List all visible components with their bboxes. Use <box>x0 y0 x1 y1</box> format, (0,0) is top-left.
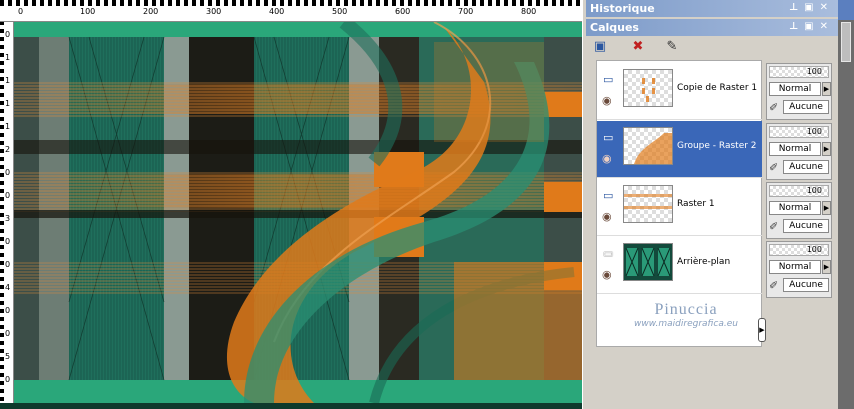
layer-thumbnail <box>623 243 673 281</box>
mask-select[interactable]: Aucune <box>783 219 829 233</box>
blend-mode-select[interactable]: Normal <box>769 260 821 274</box>
image-canvas-area[interactable]: 0 100 200 300 400 500 600 700 800 011112… <box>0 0 582 409</box>
layer-row-selected[interactable]: ▭ ◉ Groupe - Raster 2 <box>597 121 762 178</box>
layer-properties: 100 Normal ▶ ✐ Aucune <box>766 182 832 239</box>
raster-layer-icon: ▭ <box>603 189 614 202</box>
calques-title: Calques <box>590 21 639 34</box>
blend-mode-select[interactable]: Normal <box>769 82 821 96</box>
historique-title: Historique <box>590 2 655 15</box>
mask-select[interactable]: Aucune <box>783 278 829 292</box>
ruler-label: 1 <box>5 53 11 62</box>
selection-marquee-left <box>0 22 4 409</box>
opacity-slider[interactable]: 100 <box>769 126 829 138</box>
ruler-label: 1 <box>5 99 11 108</box>
blend-mode-select[interactable]: Normal <box>769 201 821 215</box>
layer-name: Groupe - Raster 2 <box>677 141 757 151</box>
blend-mode-select[interactable]: Normal <box>769 142 821 156</box>
raster-layer-icon: ▭ <box>603 73 614 86</box>
layer-thumbnail <box>623 185 673 223</box>
brush-icon: ✐ <box>769 220 779 233</box>
watermark: Pinuccia www.maidiregrafica.eu <box>606 301 766 329</box>
chevron-right-icon[interactable]: ▶ <box>822 201 831 215</box>
ruler-label: 0 <box>5 306 11 315</box>
visibility-eye-icon[interactable]: ◉ <box>602 94 612 107</box>
opacity-slider[interactable]: 100 <box>769 185 829 197</box>
horizontal-ruler: 0 100 200 300 400 500 600 700 800 <box>0 0 582 22</box>
layer-thumbnail <box>623 69 673 107</box>
ruler-label: 0 <box>5 375 11 384</box>
ruler-label: 0 <box>5 168 11 177</box>
background-layer-icon: ▭ <box>603 247 614 260</box>
layer-properties: 100 Normal ▶ ✐ Aucune <box>766 123 832 180</box>
visibility-eye-icon[interactable]: ◉ <box>602 152 612 165</box>
psp-window: 0 100 200 300 400 500 600 700 800 011112… <box>0 0 854 409</box>
layer-properties: 100 Normal ▶ ✐ Aucune <box>766 241 832 298</box>
group-layer-icon: ▭ <box>603 131 614 144</box>
ruler-label: 300 <box>206 7 222 16</box>
new-raster-layer-icon[interactable]: ▣ <box>590 38 610 56</box>
ruler-label: 1 <box>5 122 11 131</box>
ruler-label: 200 <box>143 7 159 16</box>
calques-panel: ▣ ✖ ✎ ▭ ◉ Copie de Raster 1 ▭ ◉ Groupe -… <box>586 37 838 409</box>
ruler-label: 0 <box>5 329 11 338</box>
layers-toolbar: ▣ ✖ ✎ <box>586 37 838 57</box>
panel-window-controls[interactable]: ⊥▣✕ <box>789 21 834 32</box>
opacity-slider[interactable]: 100 <box>769 66 829 78</box>
layer-row[interactable]: ▭ ◉ Copie de Raster 1 <box>597 63 762 120</box>
ruler-label: 700 <box>458 7 474 16</box>
visibility-eye-icon[interactable]: ◉ <box>602 268 612 281</box>
brush-icon: ✐ <box>769 101 779 114</box>
ruler-label: 800 <box>521 7 537 16</box>
historique-panel-titlebar[interactable]: Historique ⊥▣✕ <box>586 0 838 17</box>
opacity-slider[interactable]: 100 <box>769 244 829 256</box>
ruler-label: 600 <box>395 7 411 16</box>
calques-panel-titlebar[interactable]: Calques ⊥▣✕ <box>586 19 838 36</box>
panel-window-controls[interactable]: ⊥▣✕ <box>789 2 834 13</box>
canvas-bottom-border <box>0 403 582 409</box>
right-side-strip <box>838 0 854 409</box>
layer-properties: 100 Normal ▶ ✐ Aucune <box>766 63 832 120</box>
mask-select[interactable]: Aucune <box>783 100 829 114</box>
chevron-right-icon[interactable]: ▶ <box>822 142 831 156</box>
ruler-label: 0 <box>5 191 11 200</box>
layer-name: Arrière-plan <box>677 257 731 267</box>
ruler-label: 0 <box>5 260 11 269</box>
ruler-label: 0 <box>18 7 24 16</box>
right-strip-header <box>838 0 854 20</box>
layer-name: Raster 1 <box>677 199 715 209</box>
artwork-image <box>14 22 582 403</box>
watermark-name: Pinuccia <box>654 301 718 318</box>
vertical-ruler: 0 1 1 1 1 2 0 0 3 0 0 4 0 0 5 0 <box>0 22 14 409</box>
layer-row[interactable]: ▭ ◉ Raster 1 <box>597 179 762 236</box>
delete-layer-icon[interactable]: ✖ <box>628 38 648 56</box>
ruler-label: 5 <box>5 352 11 361</box>
brush-icon: ✐ <box>769 279 779 292</box>
brush-icon: ✐ <box>769 161 779 174</box>
layer-thumbnail <box>623 127 673 165</box>
ruler-label: 100 <box>80 7 96 16</box>
ruler-label: 0 <box>5 237 11 246</box>
ruler-label: 2 <box>5 145 11 154</box>
chevron-right-icon[interactable]: ▶ <box>822 82 831 96</box>
visibility-eye-icon[interactable]: ◉ <box>602 210 612 223</box>
ruler-label: 3 <box>5 214 11 223</box>
watermark-url: www.maidiregrafica.eu <box>634 319 738 329</box>
panel-collapse-handle[interactable]: ▶ <box>758 318 766 342</box>
selection-marquee-top <box>0 0 582 6</box>
right-strip-scrollbar[interactable] <box>841 22 851 62</box>
ruler-label: 1 <box>5 76 11 85</box>
ruler-label: 400 <box>269 7 285 16</box>
ruler-label: 0 <box>5 30 11 39</box>
layer-name: Copie de Raster 1 <box>677 83 758 93</box>
edit-selection-icon[interactable]: ✎ <box>662 38 682 56</box>
ruler-label: 500 <box>332 7 348 16</box>
layer-row[interactable]: ▭ ◉ Arrière-plan <box>597 237 762 294</box>
ruler-label: 4 <box>5 283 11 292</box>
chevron-right-icon[interactable]: ▶ <box>822 260 831 274</box>
mask-select[interactable]: Aucune <box>783 160 829 174</box>
